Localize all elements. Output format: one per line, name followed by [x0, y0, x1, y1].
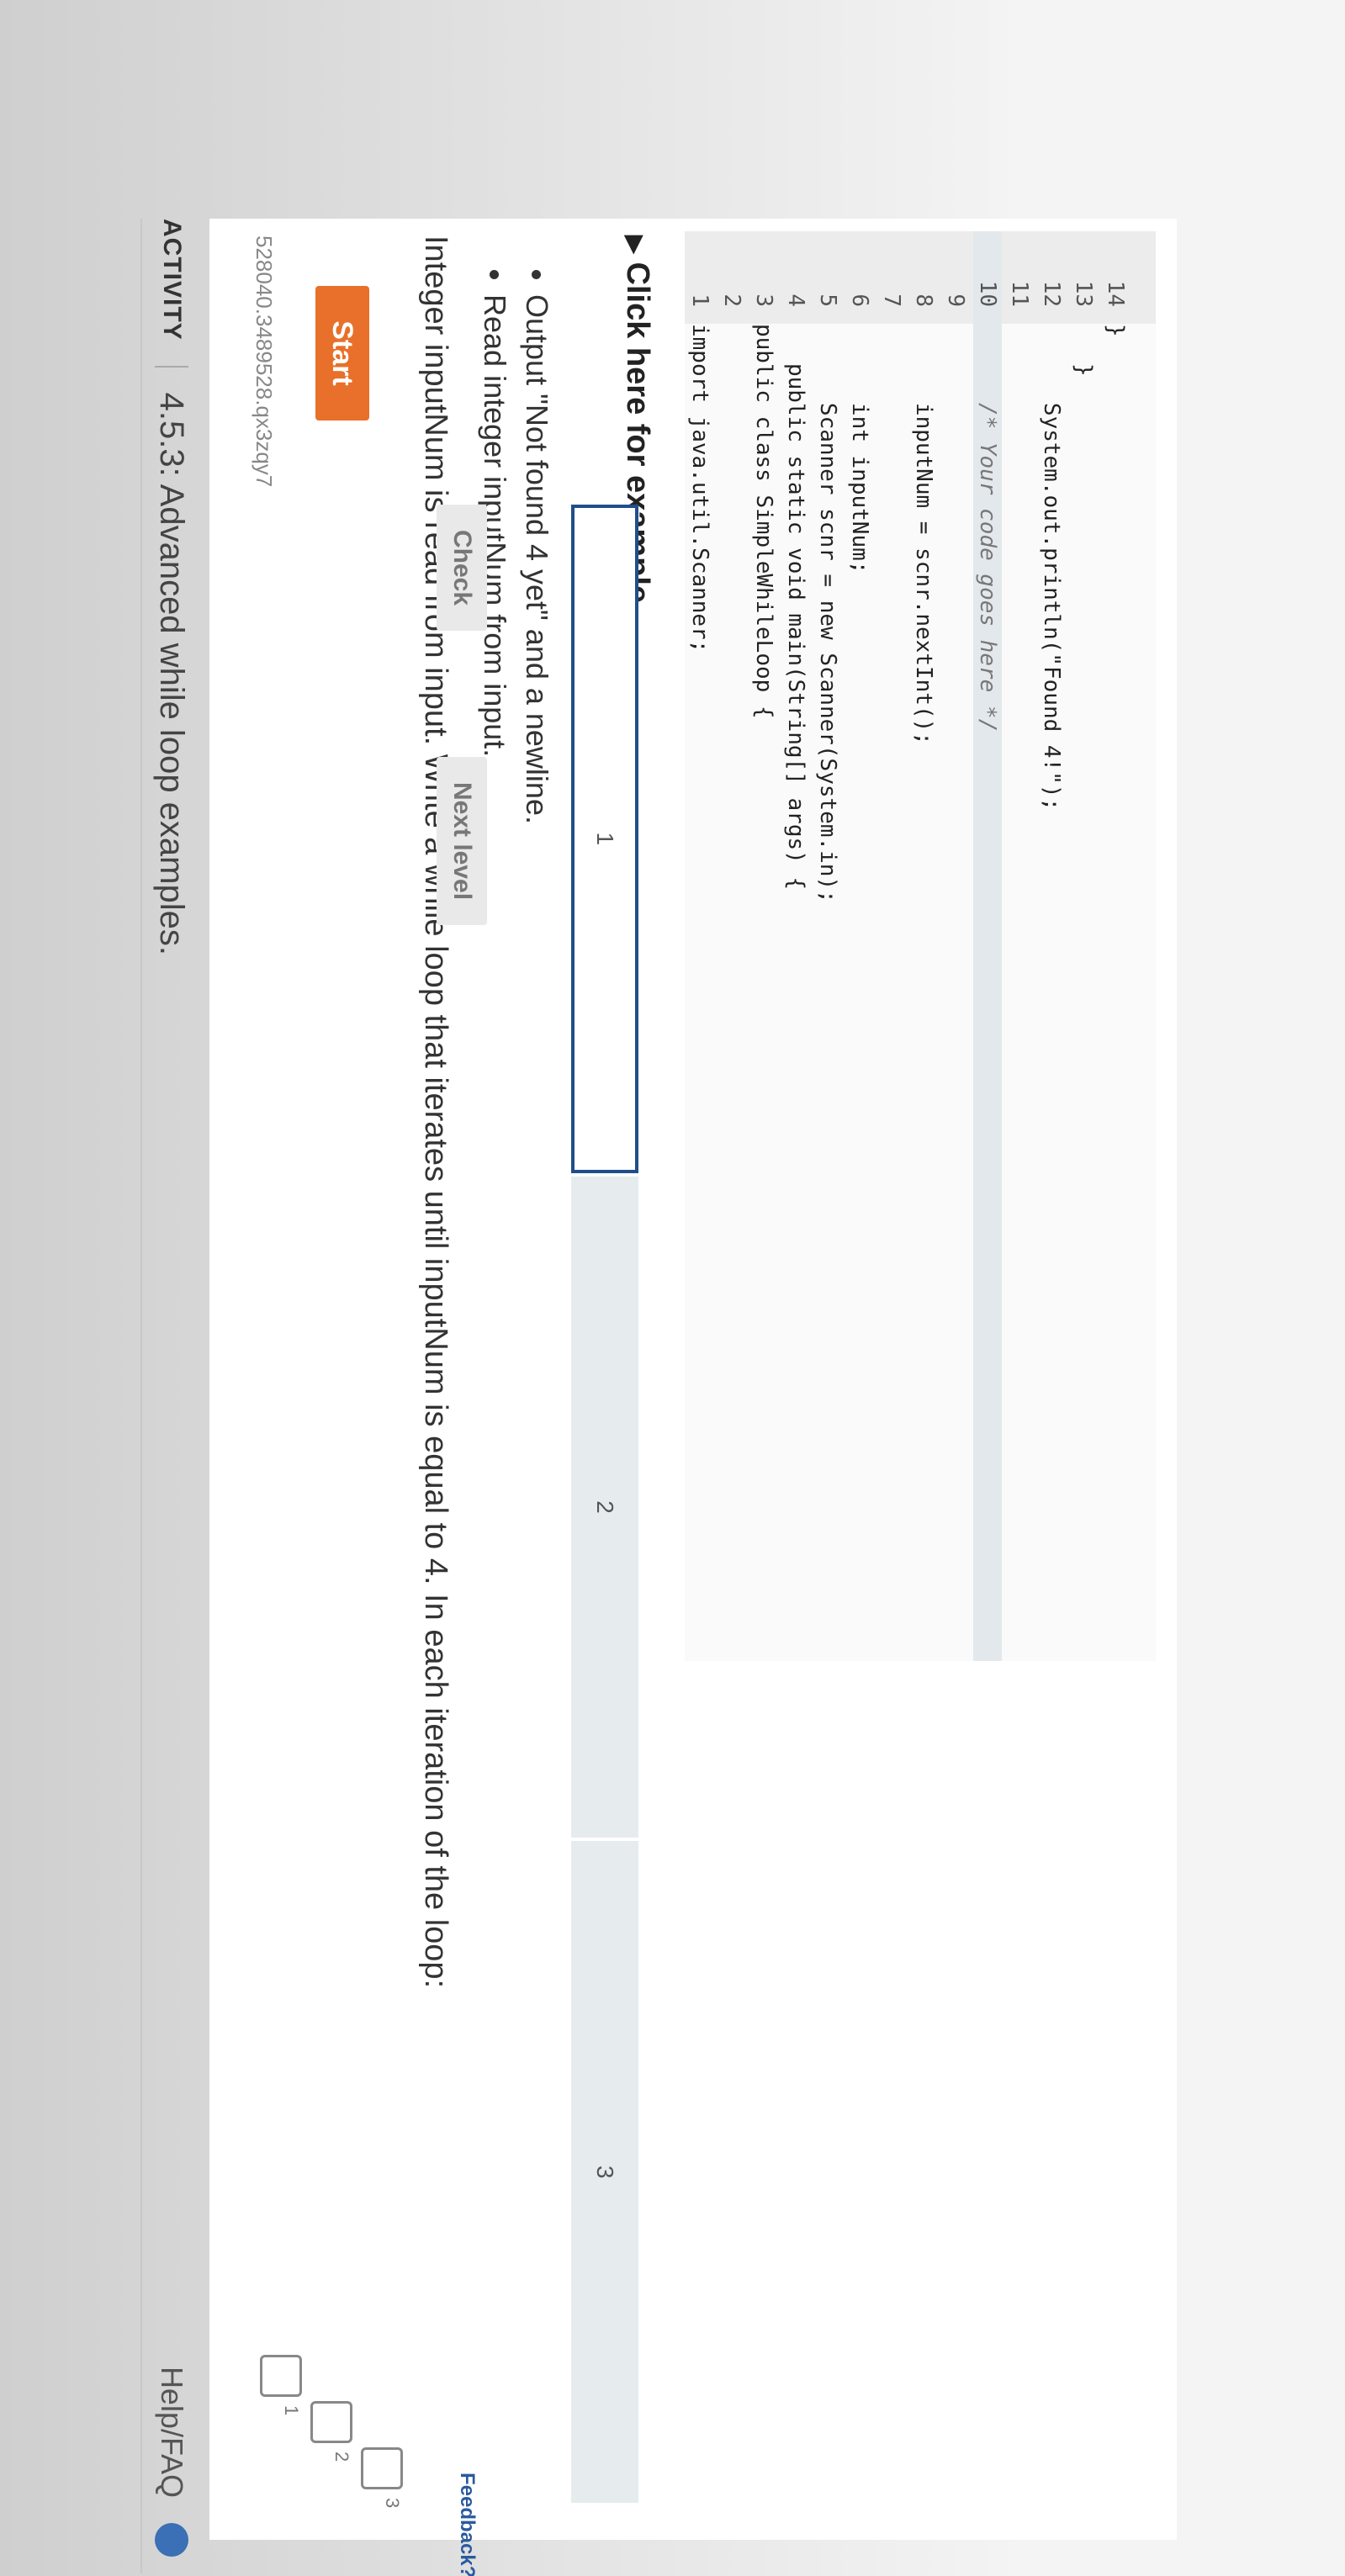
header-divider — [155, 365, 188, 368]
help-faq-link[interactable]: Help/FAQ — [154, 2367, 189, 2498]
level-box[interactable] — [260, 2355, 302, 2397]
line-number: 5 — [815, 294, 840, 307]
activity-id: 528040.3489528.qx3zqy7 — [252, 235, 277, 488]
code-text[interactable]: } — [1071, 324, 1096, 377]
prompt-text: Integer inputNum is read from input. Wri… — [418, 235, 453, 1989]
code-line[interactable]: 12 System.out.println("Found 4!"); — [1037, 231, 1066, 1661]
help-icon[interactable] — [155, 2523, 188, 2557]
check-button[interactable]: Check — [437, 505, 487, 631]
code-line[interactable]: 4 public static void main(String[] args)… — [781, 231, 810, 1661]
next-level-button[interactable]: Next level — [437, 757, 487, 925]
code-text[interactable]: /* Your code goes here */ — [975, 324, 1000, 732]
code-line[interactable]: 5 Scanner scnr = new Scanner(System.in); — [813, 231, 842, 1661]
line-number: 14 — [1103, 280, 1128, 307]
code-line[interactable]: 2 — [718, 231, 746, 1661]
code-text[interactable]: int inputNum; — [847, 324, 872, 574]
level-number: 3 — [382, 2498, 403, 2509]
level-panel: 1 2 3 — [260, 1699, 1177, 2508]
code-line[interactable]: 8 inputNum = scnr.nextInt(); — [909, 231, 938, 1661]
feedback-link[interactable]: Feedback? — [455, 2473, 479, 2576]
code-line[interactable]: 7 — [877, 231, 906, 1661]
line-number: 11 — [1007, 280, 1032, 307]
line-number: 7 — [879, 294, 904, 307]
level-number: 2 — [331, 2452, 352, 2462]
start-button[interactable]: Start — [315, 286, 369, 421]
line-number: 6 — [847, 294, 872, 307]
code-line[interactable]: 13 } — [1069, 231, 1098, 1661]
progress-segment: 1 — [571, 505, 638, 1173]
code-text[interactable]: System.out.println("Found 4!"); — [1039, 324, 1064, 811]
code-line[interactable]: 9 — [941, 231, 970, 1661]
line-number: 1 — [687, 294, 712, 307]
line-number: 4 — [783, 294, 808, 307]
level-number: 1 — [281, 2405, 302, 2416]
progress-bar: 123 — [571, 505, 638, 2506]
line-number: 9 — [943, 294, 968, 307]
line-number: 8 — [911, 294, 936, 307]
code-text[interactable]: public static void main(String[] args) { — [783, 324, 808, 890]
code-text[interactable]: Scanner scnr = new Scanner(System.in); — [815, 324, 840, 903]
line-number: 12 — [1039, 280, 1064, 307]
progress-segment: 3 — [571, 1841, 638, 2504]
code-line[interactable]: 1 import java.util.Scanner; — [686, 231, 714, 1661]
code-line[interactable]: 11 — [1005, 231, 1034, 1661]
page: ACTIVITY 4.5.3: Advanced while loop exam… — [0, 0, 1345, 2576]
line-number: 10 — [975, 280, 1000, 307]
activity-card: 528040.3489528.qx3zqy7 Start Integer inp… — [209, 219, 1177, 2576]
code-line[interactable]: 14} — [1101, 231, 1130, 1661]
code-editor[interactable]: 1 import java.util.Scanner; 2 3 public class… — [685, 231, 1156, 1661]
code-line[interactable]: 3 public class SimpleWhileLoop { — [749, 231, 778, 1661]
code-text[interactable]: inputNum = scnr.nextInt(); — [911, 324, 936, 745]
code-text[interactable]: public class SimpleWhileLoop { — [751, 324, 776, 719]
level-box[interactable] — [310, 2401, 352, 2443]
line-number: 3 — [751, 294, 776, 307]
code-text[interactable]: } — [1103, 324, 1128, 337]
line-number: 13 — [1071, 280, 1096, 307]
code-text[interactable]: import java.util.Scanner; — [687, 324, 712, 653]
code-line[interactable]: 10 /* Your code goes here */ — [973, 231, 1002, 1661]
instruction-item: Output "Not found 4 yet" and a newline. — [519, 294, 554, 824]
level-box[interactable] — [361, 2447, 403, 2489]
progress-segment: 2 — [571, 1176, 638, 1838]
activity-title: 4.5.3: Advanced while loop examples. — [153, 392, 191, 955]
line-number: 2 — [719, 294, 744, 307]
triangle-right-icon: ▶ — [622, 235, 649, 254]
activity-header: ACTIVITY 4.5.3: Advanced while loop exam… — [140, 219, 201, 2573]
activity-label: ACTIVITY — [158, 219, 186, 341]
code-line[interactable]: 6 int inputNum; — [845, 231, 874, 1661]
